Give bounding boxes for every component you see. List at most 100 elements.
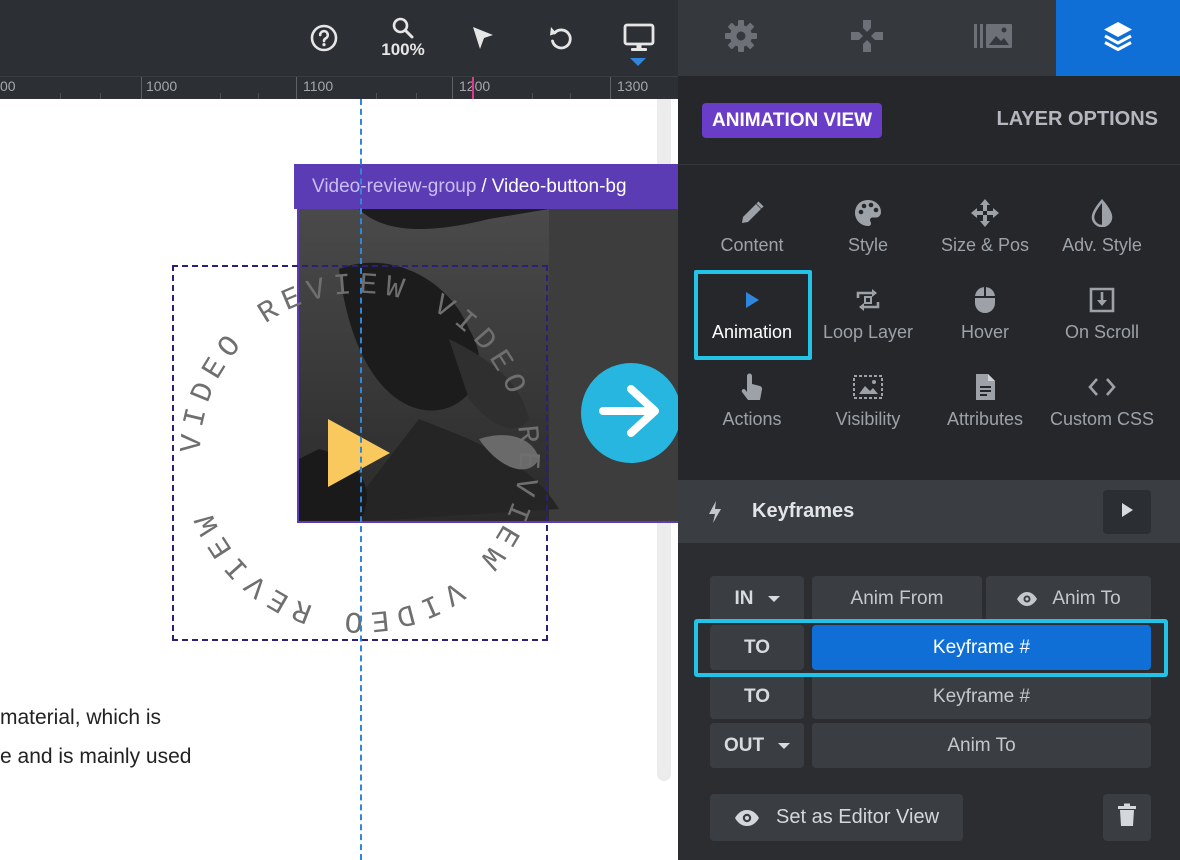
help-icon	[310, 24, 338, 52]
visibility-icon	[852, 365, 884, 409]
menu-item-label: On Scroll	[1064, 322, 1140, 342]
keyframe-out-select[interactable]: OUT	[710, 723, 804, 768]
menu-item-loop-layer[interactable]: Loop Layer	[810, 278, 926, 360]
keyframe-to-label[interactable]: TO	[710, 674, 804, 719]
menu-item-label: Actions	[722, 409, 782, 429]
undo-icon	[548, 24, 574, 52]
panel-tab-bar	[678, 0, 1180, 76]
menu-item-visibility[interactable]: Visibility	[810, 365, 926, 447]
breadcrumb-current-layer: Video-button-bg	[491, 175, 627, 197]
view-switcher: ANIMATION VIEW LAYER OPTIONS	[678, 76, 1180, 165]
eye-icon	[734, 809, 760, 827]
document-icon	[973, 365, 997, 409]
editor-canvas[interactable]: Video-review-group / Video-button-bg VID…	[0, 99, 678, 860]
menu-item-label: Loop Layer	[822, 322, 914, 342]
anim-to-label: Anim To	[1052, 587, 1121, 609]
play-triangle-shape[interactable]	[328, 419, 390, 487]
keyframe-row-highlight	[694, 619, 1168, 677]
menu-item-adv-style[interactable]: Adv. Style	[1044, 191, 1160, 273]
code-icon	[1087, 365, 1117, 409]
menu-item-attributes[interactable]: Attributes	[927, 365, 1043, 447]
row-label: IN	[734, 587, 754, 609]
menu-item-custom-css[interactable]: Custom CSS	[1044, 365, 1160, 447]
ruler-label: 1200	[459, 78, 491, 94]
pointer-hand-icon	[739, 365, 765, 409]
select-cursor-icon	[468, 24, 496, 52]
breadcrumb-separator: /	[481, 175, 487, 197]
ruler-label: 1000	[146, 78, 178, 94]
delete-keyframe-button[interactable]	[1103, 794, 1151, 841]
horizontal-ruler: 00 1000 1100 1200 1300	[0, 76, 678, 99]
desktop-icon	[623, 23, 655, 53]
menu-item-on-scroll[interactable]: On Scroll	[1044, 278, 1160, 360]
menu-item-label: Size & Pos	[940, 235, 1030, 255]
arrow-right-icon	[599, 383, 663, 444]
pencil-icon	[739, 191, 765, 235]
anim-to-button[interactable]: Anim To	[986, 576, 1151, 621]
keyframes-section-header[interactable]: Keyframes	[678, 480, 1180, 543]
ruler-label: 1100	[303, 78, 334, 94]
ruler-label: 00	[0, 78, 16, 94]
zoom-button[interactable]: 100%	[372, 0, 434, 76]
row-label: OUT	[723, 734, 765, 756]
chevron-down-icon	[767, 595, 780, 602]
menu-item-size-pos[interactable]: Size & Pos	[927, 191, 1043, 273]
keyframes-title: Keyframes	[752, 500, 855, 522]
ruler-label: 1300	[617, 78, 649, 94]
paragraph-line: e and is mainly used	[0, 745, 192, 768]
menu-item-label: Custom CSS	[1049, 409, 1155, 429]
layer-options-button[interactable]: LAYER OPTIONS	[996, 108, 1158, 131]
paragraph-line: material, which is	[0, 706, 162, 729]
select-tool-button[interactable]	[462, 0, 502, 76]
editor-toolbar: 100%	[0, 0, 678, 76]
menu-item-label: Visibility	[835, 409, 901, 429]
trash-icon	[1117, 803, 1137, 832]
active-device-indicator	[630, 58, 646, 66]
zoom-level: 100%	[381, 39, 425, 59]
anim-to-out-button[interactable]: Anim To	[812, 723, 1151, 768]
chevron-down-icon	[778, 742, 791, 749]
ruler-position-marker	[472, 77, 474, 99]
menu-item-content[interactable]: Content	[694, 191, 810, 273]
media-library-icon	[973, 21, 1013, 56]
play-icon	[1120, 502, 1134, 523]
menu-item-label: Hover	[960, 322, 1009, 342]
menu-item-label: Style	[847, 235, 889, 255]
tab-settings[interactable]	[678, 0, 804, 76]
layers-icon	[1101, 19, 1135, 58]
set-editor-view-label: Set as Editor View	[776, 806, 940, 828]
play-animation-button[interactable]	[1103, 490, 1151, 534]
keyframe-button[interactable]: Keyframe #	[812, 674, 1151, 719]
move-arrows-icon	[970, 191, 1000, 235]
undo-button[interactable]	[542, 0, 580, 76]
loop-icon	[854, 278, 882, 322]
zoom-icon	[392, 17, 414, 39]
tab-media[interactable]	[930, 0, 1056, 76]
lightning-icon	[706, 500, 724, 529]
menu-item-label: Content	[720, 235, 784, 255]
tab-layers[interactable]	[1056, 0, 1180, 76]
menu-item-actions[interactable]: Actions	[694, 365, 810, 447]
tab-controls[interactable]	[804, 0, 930, 76]
settings-icon	[723, 18, 759, 59]
contrast-icon	[1089, 191, 1115, 235]
vertical-guide-line	[360, 99, 362, 860]
eye-icon	[1016, 591, 1038, 607]
menu-item-label: Attributes	[946, 409, 1024, 429]
animation-menu-highlight	[694, 270, 812, 360]
layer-breadcrumb: Video-review-group / Video-button-bg	[294, 164, 678, 209]
menu-item-label: Adv. Style	[1062, 235, 1142, 255]
keyframe-in-select[interactable]: IN	[710, 576, 804, 621]
set-editor-view-button[interactable]: Set as Editor View	[710, 794, 963, 841]
callout-arrow-badge	[581, 363, 678, 463]
gamepad-icon	[849, 18, 885, 59]
mouse-icon	[973, 278, 997, 322]
anim-from-button[interactable]: Anim From	[812, 576, 982, 621]
menu-item-hover[interactable]: Hover	[927, 278, 1043, 360]
help-button[interactable]	[305, 0, 343, 76]
breadcrumb-parent-group[interactable]: Video-review-group	[312, 176, 476, 198]
animation-view-button[interactable]: ANIMATION VIEW	[702, 103, 883, 138]
scroll-download-icon	[1088, 278, 1116, 322]
menu-item-style[interactable]: Style	[810, 191, 926, 273]
palette-icon	[853, 191, 883, 235]
